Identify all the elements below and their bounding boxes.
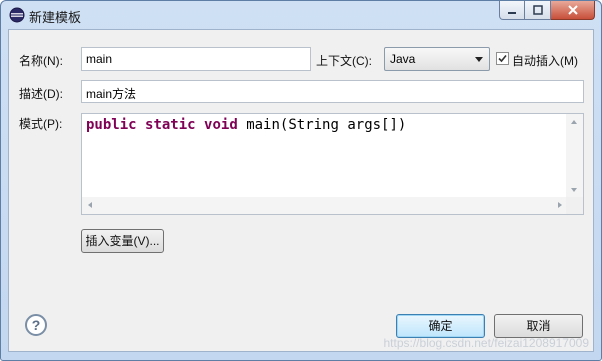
name-input[interactable]: main [81, 47, 311, 71]
code-keyword: void [204, 117, 238, 133]
minimize-button[interactable] [499, 1, 525, 20]
cancel-button[interactable]: 取消 [494, 314, 583, 338]
scroll-down-icon[interactable] [571, 188, 577, 192]
scrollbar-corner [566, 197, 583, 214]
scroll-up-icon[interactable] [571, 120, 577, 124]
pattern-label: 模式(P): [19, 117, 63, 131]
maximize-button[interactable] [525, 1, 551, 20]
context-select-value: Java [390, 52, 416, 66]
watermark-text: https://blog.csdn.net/feizai1208917009 [383, 336, 590, 350]
scroll-right-icon[interactable] [558, 202, 562, 208]
ok-button[interactable]: 确定 [396, 314, 485, 338]
maximize-icon [532, 5, 543, 15]
context-select[interactable]: Java [384, 47, 490, 71]
eclipse-icon [9, 7, 25, 23]
close-icon [567, 5, 578, 15]
vertical-scrollbar[interactable] [566, 114, 583, 198]
window-title: 新建模板 [29, 10, 82, 25]
insert-variable-button[interactable]: 插入变量(V)... [81, 229, 164, 253]
scroll-left-icon[interactable] [88, 202, 92, 208]
auto-insert-checkbox[interactable] [496, 52, 509, 65]
code-keyword: static [145, 117, 196, 133]
context-label: 上下文(C): [316, 54, 372, 68]
title-bar[interactable]: 新建模板 [1, 1, 601, 29]
pattern-editor[interactable]: public static void main(String args[]) [81, 113, 584, 215]
auto-insert-label[interactable]: 自动插入(M) [512, 52, 578, 69]
checkmark-icon [498, 54, 507, 63]
chevron-down-icon [475, 57, 483, 62]
name-label: 名称(N): [19, 54, 63, 68]
minimize-icon [508, 12, 516, 14]
code-keyword: public [86, 117, 137, 133]
description-label: 描述(D): [19, 87, 63, 101]
horizontal-scrollbar[interactable] [82, 197, 568, 214]
dialog-window: 新建模板 名称(N): main 上下文(C): Java 自动插入(M) 描述… [0, 0, 602, 361]
pattern-code[interactable]: public static void main(String args[]) [86, 117, 406, 133]
help-icon[interactable]: ? [25, 314, 47, 336]
close-button[interactable] [551, 1, 595, 20]
window-controls [499, 1, 595, 21]
dialog-content: 名称(N): main 上下文(C): Java 自动插入(M) 描述(D): … [8, 29, 594, 352]
code-text: main(String args[]) [246, 117, 407, 133]
description-input[interactable]: main方法 [81, 80, 584, 103]
